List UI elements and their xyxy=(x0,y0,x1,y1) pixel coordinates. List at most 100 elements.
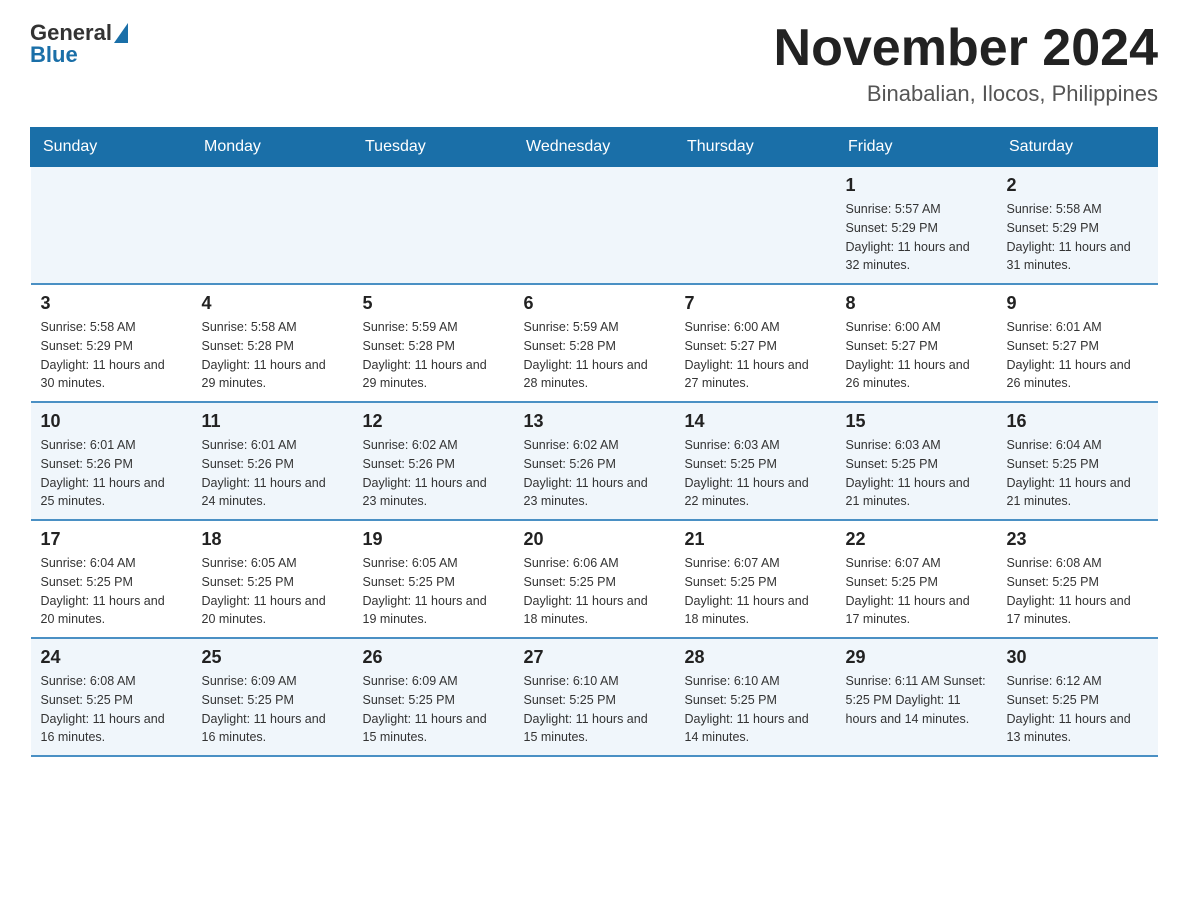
calendar-row-3: 10 Sunrise: 6:01 AM Sunset: 5:26 PM Dayli… xyxy=(31,402,1158,520)
day-info: Sunrise: 6:08 AM Sunset: 5:25 PM Dayligh… xyxy=(1007,554,1148,629)
calendar-cell: 21 Sunrise: 6:07 AM Sunset: 5:25 PM Dayli… xyxy=(675,520,836,638)
calendar-table: SundayMondayTuesdayWednesdayThursdayFrid… xyxy=(30,127,1158,757)
calendar-cell: 5Sunrise: 5:59 AM Sunset: 5:28 PM Daylig… xyxy=(353,284,514,402)
calendar-row-2: 3Sunrise: 5:58 AM Sunset: 5:29 PM Daylig… xyxy=(31,284,1158,402)
calendar-cell: 6 Sunrise: 5:59 AM Sunset: 5:28 PM Daylig… xyxy=(514,284,675,402)
weekday-header-saturday: Saturday xyxy=(997,128,1158,167)
day-info: Sunrise: 6:03 AM Sunset: 5:25 PM Dayligh… xyxy=(846,436,987,511)
day-info: Sunrise: 6:05 AM Sunset: 5:25 PM Dayligh… xyxy=(202,554,343,629)
day-info: Sunrise: 6:04 AM Sunset: 5:25 PM Dayligh… xyxy=(41,554,182,629)
calendar-cell: 4 Sunrise: 5:58 AM Sunset: 5:28 PM Daylig… xyxy=(192,284,353,402)
day-number: 23 xyxy=(1007,529,1148,550)
day-number: 27 xyxy=(524,647,665,668)
day-info: Sunrise: 6:00 AM Sunset: 5:27 PM Dayligh… xyxy=(685,318,826,393)
day-info: Sunrise: 6:02 AM Sunset: 5:26 PM Dayligh… xyxy=(363,436,504,511)
title-block: November 2024 Binabalian, Ilocos, Philip… xyxy=(774,20,1158,107)
calendar-cell: 15 Sunrise: 6:03 AM Sunset: 5:25 PM Dayli… xyxy=(836,402,997,520)
weekday-header-wednesday: Wednesday xyxy=(514,128,675,167)
calendar-cell: 10 Sunrise: 6:01 AM Sunset: 5:26 PM Dayli… xyxy=(31,402,192,520)
calendar-cell: 30 Sunrise: 6:12 AM Sunset: 5:25 PM Dayli… xyxy=(997,638,1158,756)
calendar-row-1: 1Sunrise: 5:57 AM Sunset: 5:29 PM Daylig… xyxy=(31,167,1158,285)
day-number: 6 xyxy=(524,293,665,314)
day-info: Sunrise: 6:09 AM Sunset: 5:25 PM Dayligh… xyxy=(202,672,343,747)
calendar-cell: 27 Sunrise: 6:10 AM Sunset: 5:25 PM Dayli… xyxy=(514,638,675,756)
day-info: Sunrise: 6:05 AM Sunset: 5:25 PM Dayligh… xyxy=(363,554,504,629)
calendar-cell: 13 Sunrise: 6:02 AM Sunset: 5:26 PM Dayli… xyxy=(514,402,675,520)
day-number: 20 xyxy=(524,529,665,550)
calendar-cell: 11 Sunrise: 6:01 AM Sunset: 5:26 PM Dayli… xyxy=(192,402,353,520)
calendar-cell: 3Sunrise: 5:58 AM Sunset: 5:29 PM Daylig… xyxy=(31,284,192,402)
day-info: Sunrise: 5:58 AM Sunset: 5:29 PM Dayligh… xyxy=(41,318,182,393)
calendar-cell: 24 Sunrise: 6:08 AM Sunset: 5:25 PM Dayli… xyxy=(31,638,192,756)
calendar-cell: 7 Sunrise: 6:00 AM Sunset: 5:27 PM Daylig… xyxy=(675,284,836,402)
weekday-header-thursday: Thursday xyxy=(675,128,836,167)
day-number: 19 xyxy=(363,529,504,550)
day-number: 9 xyxy=(1007,293,1148,314)
day-number: 14 xyxy=(685,411,826,432)
weekday-header-friday: Friday xyxy=(836,128,997,167)
day-info: Sunrise: 6:07 AM Sunset: 5:25 PM Dayligh… xyxy=(685,554,826,629)
calendar-cell xyxy=(675,167,836,285)
calendar-cell: 12 Sunrise: 6:02 AM Sunset: 5:26 PM Dayli… xyxy=(353,402,514,520)
day-number: 13 xyxy=(524,411,665,432)
weekday-header-row: SundayMondayTuesdayWednesdayThursdayFrid… xyxy=(31,128,1158,167)
day-number: 4 xyxy=(202,293,343,314)
calendar-cell: 22Sunrise: 6:07 AM Sunset: 5:25 PM Dayli… xyxy=(836,520,997,638)
calendar-cell: 28Sunrise: 6:10 AM Sunset: 5:25 PM Dayli… xyxy=(675,638,836,756)
calendar-cell: 20 Sunrise: 6:06 AM Sunset: 5:25 PM Dayli… xyxy=(514,520,675,638)
logo-blue-text: Blue xyxy=(30,42,78,68)
page-header: General Blue November 2024 Binabalian, I… xyxy=(30,20,1158,107)
day-number: 7 xyxy=(685,293,826,314)
calendar-cell: 14 Sunrise: 6:03 AM Sunset: 5:25 PM Dayli… xyxy=(675,402,836,520)
calendar-cell: 2 Sunrise: 5:58 AM Sunset: 5:29 PM Daylig… xyxy=(997,167,1158,285)
calendar-cell xyxy=(514,167,675,285)
day-number: 22 xyxy=(846,529,987,550)
calendar-header: SundayMondayTuesdayWednesdayThursdayFrid… xyxy=(31,128,1158,167)
weekday-header-tuesday: Tuesday xyxy=(353,128,514,167)
day-number: 29 xyxy=(846,647,987,668)
day-info: Sunrise: 6:08 AM Sunset: 5:25 PM Dayligh… xyxy=(41,672,182,747)
day-number: 26 xyxy=(363,647,504,668)
calendar-row-4: 17 Sunrise: 6:04 AM Sunset: 5:25 PM Dayli… xyxy=(31,520,1158,638)
day-info: Sunrise: 6:10 AM Sunset: 5:25 PM Dayligh… xyxy=(524,672,665,747)
day-number: 30 xyxy=(1007,647,1148,668)
day-number: 17 xyxy=(41,529,182,550)
day-info: Sunrise: 6:00 AM Sunset: 5:27 PM Dayligh… xyxy=(846,318,987,393)
calendar-cell: 17 Sunrise: 6:04 AM Sunset: 5:25 PM Dayli… xyxy=(31,520,192,638)
day-info: Sunrise: 6:03 AM Sunset: 5:25 PM Dayligh… xyxy=(685,436,826,511)
day-info: Sunrise: 5:58 AM Sunset: 5:29 PM Dayligh… xyxy=(1007,200,1148,275)
day-number: 8 xyxy=(846,293,987,314)
day-info: Sunrise: 5:57 AM Sunset: 5:29 PM Dayligh… xyxy=(846,200,987,275)
day-info: Sunrise: 5:58 AM Sunset: 5:28 PM Dayligh… xyxy=(202,318,343,393)
day-number: 18 xyxy=(202,529,343,550)
day-info: Sunrise: 6:11 AM Sunset: 5:25 PM Dayligh… xyxy=(846,672,987,728)
day-info: Sunrise: 6:06 AM Sunset: 5:25 PM Dayligh… xyxy=(524,554,665,629)
day-info: Sunrise: 5:59 AM Sunset: 5:28 PM Dayligh… xyxy=(524,318,665,393)
calendar-subtitle: Binabalian, Ilocos, Philippines xyxy=(774,81,1158,107)
day-number: 10 xyxy=(41,411,182,432)
day-number: 12 xyxy=(363,411,504,432)
logo-triangle-icon xyxy=(114,23,128,43)
calendar-cell xyxy=(31,167,192,285)
day-number: 15 xyxy=(846,411,987,432)
calendar-cell: 26 Sunrise: 6:09 AM Sunset: 5:25 PM Dayli… xyxy=(353,638,514,756)
calendar-cell: 25Sunrise: 6:09 AM Sunset: 5:25 PM Dayli… xyxy=(192,638,353,756)
day-number: 2 xyxy=(1007,175,1148,196)
day-number: 21 xyxy=(685,529,826,550)
day-number: 28 xyxy=(685,647,826,668)
day-info: Sunrise: 5:59 AM Sunset: 5:28 PM Dayligh… xyxy=(363,318,504,393)
day-info: Sunrise: 6:01 AM Sunset: 5:26 PM Dayligh… xyxy=(41,436,182,511)
calendar-row-5: 24 Sunrise: 6:08 AM Sunset: 5:25 PM Dayli… xyxy=(31,638,1158,756)
day-info: Sunrise: 6:09 AM Sunset: 5:25 PM Dayligh… xyxy=(363,672,504,747)
day-info: Sunrise: 6:02 AM Sunset: 5:26 PM Dayligh… xyxy=(524,436,665,511)
weekday-header-sunday: Sunday xyxy=(31,128,192,167)
day-info: Sunrise: 6:01 AM Sunset: 5:26 PM Dayligh… xyxy=(202,436,343,511)
calendar-cell: 16Sunrise: 6:04 AM Sunset: 5:25 PM Dayli… xyxy=(997,402,1158,520)
day-number: 11 xyxy=(202,411,343,432)
calendar-cell: 23 Sunrise: 6:08 AM Sunset: 5:25 PM Dayli… xyxy=(997,520,1158,638)
calendar-title: November 2024 xyxy=(774,20,1158,77)
day-info: Sunrise: 6:12 AM Sunset: 5:25 PM Dayligh… xyxy=(1007,672,1148,747)
day-number: 24 xyxy=(41,647,182,668)
calendar-cell: 18 Sunrise: 6:05 AM Sunset: 5:25 PM Dayli… xyxy=(192,520,353,638)
day-info: Sunrise: 6:04 AM Sunset: 5:25 PM Dayligh… xyxy=(1007,436,1148,511)
